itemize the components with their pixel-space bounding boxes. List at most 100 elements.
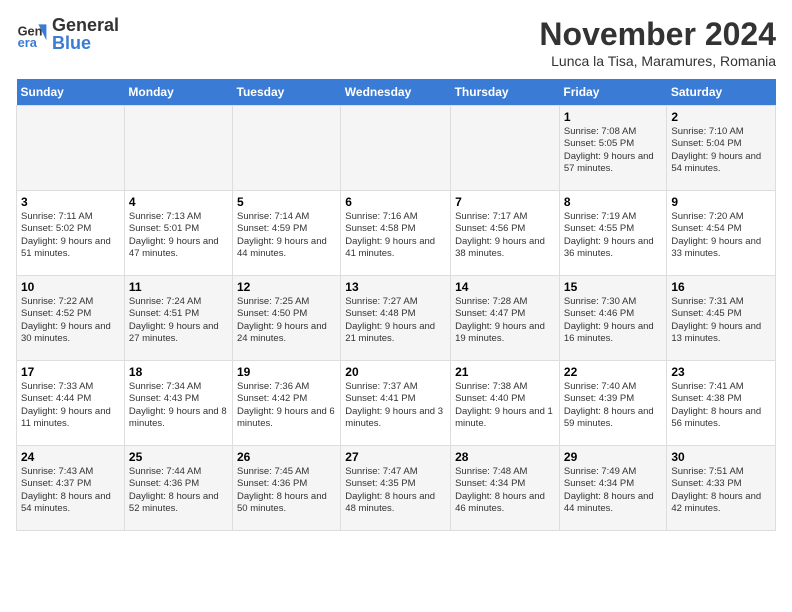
day-number: 13	[345, 280, 446, 294]
calendar-table: SundayMondayTuesdayWednesdayThursdayFrid…	[16, 79, 776, 531]
day-number: 10	[21, 280, 120, 294]
calendar-cell: 11 Sunrise: 7:24 AM Sunset: 4:51 PM Dayli…	[124, 276, 232, 361]
day-info: Sunrise: 7:45 AM Sunset: 4:36 PM Dayligh…	[237, 466, 336, 515]
day-number: 21	[455, 365, 555, 379]
day-info: Sunrise: 7:51 AM Sunset: 4:33 PM Dayligh…	[671, 466, 771, 515]
day-number: 19	[237, 365, 336, 379]
logo-line2: Blue	[52, 34, 119, 52]
calendar-cell: 25Sunrise: 7:44 AM Sunset: 4:36 PM Dayli…	[124, 446, 232, 531]
logo-text: General Blue	[52, 16, 119, 52]
day-number: 5	[237, 195, 336, 209]
calendar-cell: 5 Sunrise: 7:14 AM Sunset: 4:59 PM Daylig…	[233, 191, 341, 276]
day-info: Sunrise: 7:25 AM Sunset: 4:50 PM Dayligh…	[237, 296, 336, 345]
day-info: Sunrise: 7:33 AM Sunset: 4:44 PM Dayligh…	[21, 381, 120, 430]
calendar-cell: 6 Sunrise: 7:16 AM Sunset: 4:58 PM Daylig…	[341, 191, 451, 276]
weekday-header: Saturday	[667, 79, 776, 106]
calendar-cell: 28 Sunrise: 7:48 AM Sunset: 4:34 PM Dayli…	[451, 446, 560, 531]
calendar-cell: 10 Sunrise: 7:22 AM Sunset: 4:52 PM Dayli…	[17, 276, 125, 361]
day-number: 4	[129, 195, 228, 209]
day-number: 20	[345, 365, 446, 379]
day-info: Sunrise: 7:10 AM Sunset: 5:04 PM Dayligh…	[671, 126, 771, 175]
day-info: Sunrise: 7:31 AM Sunset: 4:45 PM Dayligh…	[671, 296, 771, 345]
day-number: 2	[671, 110, 771, 124]
day-number: 24	[21, 450, 120, 464]
calendar-week-row: 17 Sunrise: 7:33 AM Sunset: 4:44 PM Dayli…	[17, 361, 776, 446]
calendar-cell: 12 Sunrise: 7:25 AM Sunset: 4:50 PM Dayli…	[233, 276, 341, 361]
calendar-cell: 26 Sunrise: 7:45 AM Sunset: 4:36 PM Dayli…	[233, 446, 341, 531]
calendar-cell: 15 Sunrise: 7:30 AM Sunset: 4:46 PM Dayli…	[559, 276, 666, 361]
weekday-header: Wednesday	[341, 79, 451, 106]
title-area: November 2024 Lunca la Tisa, Maramures, …	[539, 16, 776, 69]
calendar-week-row: 3 Sunrise: 7:11 AM Sunset: 5:02 PM Daylig…	[17, 191, 776, 276]
day-number: 27	[345, 450, 446, 464]
day-info: Sunrise: 7:36 AM Sunset: 4:42 PM Dayligh…	[237, 381, 336, 430]
calendar-week-row: 24 Sunrise: 7:43 AM Sunset: 4:37 PM Dayli…	[17, 446, 776, 531]
calendar-cell	[124, 106, 232, 191]
logo-icon: Gen era	[16, 18, 48, 50]
day-number: 28	[455, 450, 555, 464]
weekday-header: Tuesday	[233, 79, 341, 106]
day-info: Sunrise: 7:11 AM Sunset: 5:02 PM Dayligh…	[21, 211, 120, 260]
day-info: Sunrise: 7:08 AM Sunset: 5:05 PM Dayligh…	[564, 126, 662, 175]
day-info: Sunrise: 7:24 AM Sunset: 4:51 PM Dayligh…	[129, 296, 228, 345]
calendar-week-row: 10 Sunrise: 7:22 AM Sunset: 4:52 PM Dayli…	[17, 276, 776, 361]
weekday-header: Monday	[124, 79, 232, 106]
calendar-cell: 18Sunrise: 7:34 AM Sunset: 4:43 PM Dayli…	[124, 361, 232, 446]
calendar-cell: 4 Sunrise: 7:13 AM Sunset: 5:01 PM Daylig…	[124, 191, 232, 276]
calendar-cell: 13Sunrise: 7:27 AM Sunset: 4:48 PM Dayli…	[341, 276, 451, 361]
calendar-header-row: SundayMondayTuesdayWednesdayThursdayFrid…	[17, 79, 776, 106]
day-info: Sunrise: 7:44 AM Sunset: 4:36 PM Dayligh…	[129, 466, 228, 515]
calendar-cell: 20 Sunrise: 7:37 AM Sunset: 4:41 PM Dayli…	[341, 361, 451, 446]
logo-line1: General	[52, 16, 119, 34]
day-number: 17	[21, 365, 120, 379]
month-title: November 2024	[539, 16, 776, 53]
calendar-cell: 2 Sunrise: 7:10 AM Sunset: 5:04 PM Daylig…	[667, 106, 776, 191]
day-number: 1	[564, 110, 662, 124]
calendar-cell: 29 Sunrise: 7:49 AM Sunset: 4:34 PM Dayli…	[559, 446, 666, 531]
weekday-header: Friday	[559, 79, 666, 106]
day-number: 26	[237, 450, 336, 464]
day-info: Sunrise: 7:20 AM Sunset: 4:54 PM Dayligh…	[671, 211, 771, 260]
day-info: Sunrise: 7:49 AM Sunset: 4:34 PM Dayligh…	[564, 466, 662, 515]
day-info: Sunrise: 7:47 AM Sunset: 4:35 PM Dayligh…	[345, 466, 446, 515]
calendar-cell	[17, 106, 125, 191]
svg-text:era: era	[18, 35, 38, 50]
day-number: 15	[564, 280, 662, 294]
calendar-cell: 16 Sunrise: 7:31 AM Sunset: 4:45 PM Dayli…	[667, 276, 776, 361]
day-info: Sunrise: 7:37 AM Sunset: 4:41 PM Dayligh…	[345, 381, 446, 430]
calendar-cell: 17 Sunrise: 7:33 AM Sunset: 4:44 PM Dayli…	[17, 361, 125, 446]
calendar-cell: 7Sunrise: 7:17 AM Sunset: 4:56 PM Daylig…	[451, 191, 560, 276]
calendar-cell: 3 Sunrise: 7:11 AM Sunset: 5:02 PM Daylig…	[17, 191, 125, 276]
day-number: 3	[21, 195, 120, 209]
day-info: Sunrise: 7:38 AM Sunset: 4:40 PM Dayligh…	[455, 381, 555, 430]
calendar-cell: 9 Sunrise: 7:20 AM Sunset: 4:54 PM Daylig…	[667, 191, 776, 276]
day-number: 7	[455, 195, 555, 209]
day-number: 8	[564, 195, 662, 209]
calendar-cell: 14Sunrise: 7:28 AM Sunset: 4:47 PM Dayli…	[451, 276, 560, 361]
day-number: 12	[237, 280, 336, 294]
day-number: 22	[564, 365, 662, 379]
calendar-cell: 8 Sunrise: 7:19 AM Sunset: 4:55 PM Daylig…	[559, 191, 666, 276]
day-number: 9	[671, 195, 771, 209]
day-info: Sunrise: 7:30 AM Sunset: 4:46 PM Dayligh…	[564, 296, 662, 345]
day-number: 11	[129, 280, 228, 294]
day-info: Sunrise: 7:14 AM Sunset: 4:59 PM Dayligh…	[237, 211, 336, 260]
day-number: 18	[129, 365, 228, 379]
day-info: Sunrise: 7:16 AM Sunset: 4:58 PM Dayligh…	[345, 211, 446, 260]
day-info: Sunrise: 7:40 AM Sunset: 4:39 PM Dayligh…	[564, 381, 662, 430]
day-number: 23	[671, 365, 771, 379]
calendar-cell: 24 Sunrise: 7:43 AM Sunset: 4:37 PM Dayli…	[17, 446, 125, 531]
day-number: 30	[671, 450, 771, 464]
calendar-cell	[451, 106, 560, 191]
day-number: 29	[564, 450, 662, 464]
weekday-header: Sunday	[17, 79, 125, 106]
day-info: Sunrise: 7:13 AM Sunset: 5:01 PM Dayligh…	[129, 211, 228, 260]
day-info: Sunrise: 7:22 AM Sunset: 4:52 PM Dayligh…	[21, 296, 120, 345]
day-info: Sunrise: 7:48 AM Sunset: 4:34 PM Dayligh…	[455, 466, 555, 515]
day-info: Sunrise: 7:19 AM Sunset: 4:55 PM Dayligh…	[564, 211, 662, 260]
day-number: 16	[671, 280, 771, 294]
calendar-cell: 21 Sunrise: 7:38 AM Sunset: 4:40 PM Dayli…	[451, 361, 560, 446]
day-number: 6	[345, 195, 446, 209]
day-info: Sunrise: 7:43 AM Sunset: 4:37 PM Dayligh…	[21, 466, 120, 515]
weekday-header: Thursday	[451, 79, 560, 106]
